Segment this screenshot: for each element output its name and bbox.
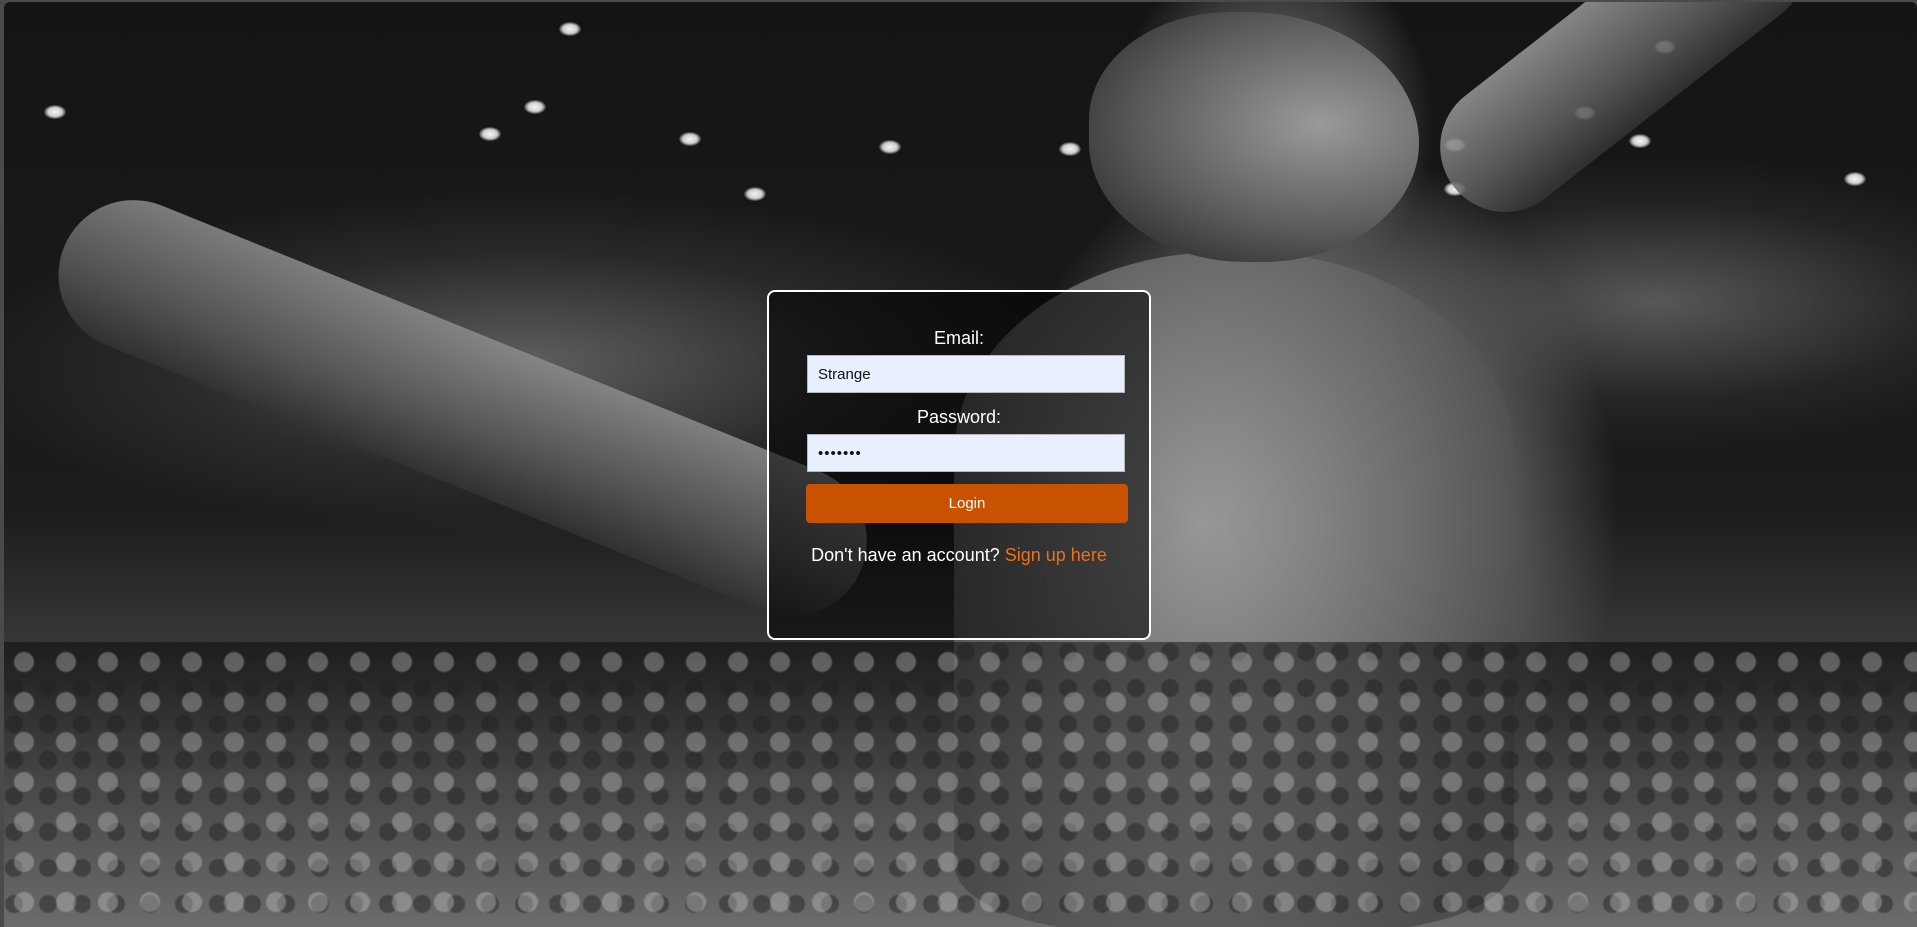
password-label: Password: — [916, 407, 1002, 427]
figure-left-arm — [35, 177, 890, 639]
signup-prompt-row: Don't have an account? Sign up here — [769, 545, 1149, 566]
page: Email: Password: Login Don't have an acc… — [0, 0, 1917, 927]
login-card: Email: Password: Login Don't have an acc… — [767, 290, 1151, 640]
figure-right-arm — [1413, 2, 1833, 239]
signup-link[interactable]: Sign up here — [1005, 545, 1107, 565]
email-label: Email: — [933, 328, 984, 348]
signup-prompt-text: Don't have an account? — [811, 545, 1000, 565]
login-button[interactable]: Login — [806, 484, 1128, 523]
password-field[interactable] — [807, 434, 1125, 472]
figure-head — [1089, 12, 1419, 262]
audience-crowd — [4, 642, 1917, 927]
email-field[interactable] — [807, 355, 1125, 393]
